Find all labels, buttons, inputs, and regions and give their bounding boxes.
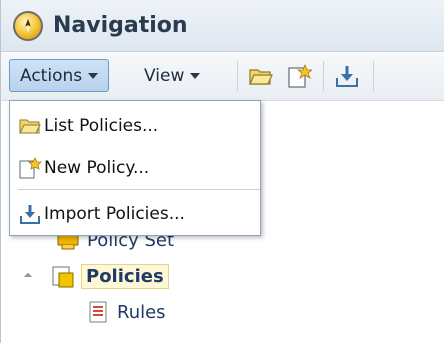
toolbar-separator <box>323 61 324 91</box>
import-download-icon[interactable] <box>331 61 363 91</box>
menu-item-new-policy[interactable]: New Policy... <box>10 149 260 187</box>
toolbar: Actions View <box>1 53 444 101</box>
tree-item-label: Rules <box>117 301 166 323</box>
policies-icon <box>49 265 75 289</box>
actions-menu-button[interactable]: Actions <box>9 59 110 92</box>
toolbar-separator <box>237 61 238 91</box>
menu-separator <box>18 189 260 190</box>
tree-item-policies[interactable]: Policies <box>49 264 169 289</box>
actions-label: Actions <box>20 65 83 86</box>
toolbar-separator <box>373 61 374 91</box>
navigation-compass-icon <box>13 11 43 41</box>
navigation-header: Navigation <box>1 0 444 52</box>
expand-collapse-icon[interactable] <box>23 272 33 282</box>
import-download-icon <box>18 203 42 225</box>
chevron-down-icon <box>88 72 99 79</box>
open-folder-icon <box>18 115 42 137</box>
menu-item-label: List Policies... <box>44 116 159 136</box>
actions-dropdown-menu: List Policies... New Policy... Import Po… <box>9 100 261 236</box>
view-label: View <box>144 65 185 86</box>
open-folder-icon[interactable] <box>245 61 277 91</box>
view-menu-button[interactable]: View <box>133 59 211 92</box>
menu-item-import-policies[interactable]: Import Policies... <box>10 195 260 233</box>
chevron-down-icon <box>190 72 201 79</box>
navigation-title: Navigation <box>53 13 188 38</box>
navigation-panel: Navigation Actions View Policy Set Polic… <box>0 0 444 343</box>
tree-item-rules[interactable]: Rules <box>85 300 166 324</box>
tree-item-label-selected: Policies <box>81 264 169 289</box>
menu-item-list-policies[interactable]: List Policies... <box>10 107 260 145</box>
new-document-star-icon[interactable] <box>283 61 315 91</box>
rules-icon <box>85 300 111 324</box>
menu-item-label: Import Policies... <box>44 204 185 224</box>
menu-item-label: New Policy... <box>44 158 150 178</box>
new-document-star-icon <box>18 157 42 179</box>
